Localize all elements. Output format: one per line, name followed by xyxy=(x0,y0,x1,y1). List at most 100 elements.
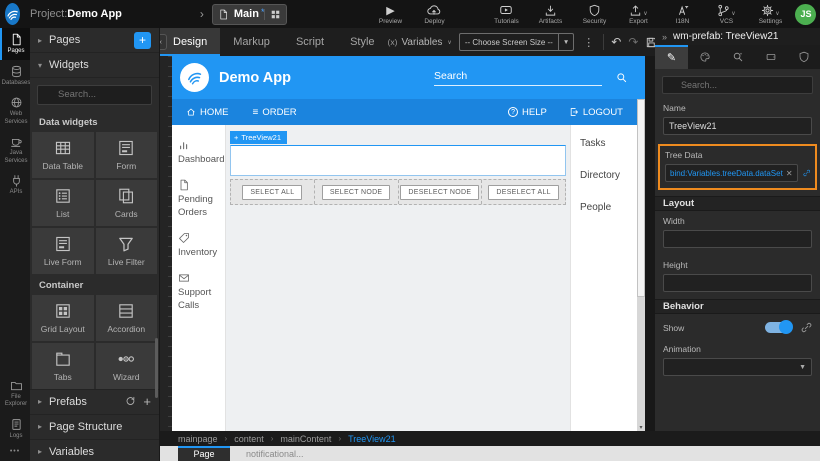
widget-tile-live-filter[interactable]: Live Filter xyxy=(96,228,158,274)
deselect-all-button[interactable]: DESELECT ALL xyxy=(488,185,558,200)
sidebar-section-page-structure[interactable]: ▸ Page Structure xyxy=(30,415,159,440)
menu-item-inventory[interactable]: Inventory xyxy=(172,226,225,266)
tree-data-highlight: Tree Data bind:Variables.treeData.dataSe… xyxy=(658,144,817,190)
rail-item-apis[interactable]: APIs xyxy=(0,169,30,201)
menu-item-pending-orders[interactable]: Pending Orders xyxy=(172,173,225,226)
rail-item-web-services[interactable]: Web Services xyxy=(0,91,30,130)
rail-item-logs[interactable]: Logs xyxy=(0,413,30,445)
animation-select[interactable]: ▼ xyxy=(663,358,812,376)
tab-properties[interactable]: ✎ xyxy=(655,45,688,69)
widget-tile-list[interactable]: List xyxy=(32,180,94,226)
bind-link-icon[interactable] xyxy=(803,167,810,179)
export-button[interactable]: ∨ Export xyxy=(623,4,653,25)
menu-item-directory[interactable]: Directory xyxy=(580,170,637,181)
breadcrumb-item[interactable]: mainContent xyxy=(280,434,331,444)
wavemaker-logo-icon[interactable] xyxy=(5,3,20,25)
tree-data-input[interactable]: bind:Variables.treeData.dataSet ✕ xyxy=(665,164,798,182)
page-selector[interactable]: Main * xyxy=(212,4,288,25)
widget-tile-accordion[interactable]: Accordion xyxy=(96,295,158,341)
nav-help[interactable]: ? HELP xyxy=(508,107,547,118)
breadcrumb-item[interactable]: mainpage xyxy=(178,434,218,444)
screen-size-select[interactable]: -- Choose Screen Size -- ▼ xyxy=(459,33,574,51)
search-icon[interactable] xyxy=(616,72,627,83)
widget-selection-tag[interactable]: + TreeView21 xyxy=(230,131,287,144)
scroll-down-icon[interactable]: ▾ xyxy=(637,424,645,431)
tab-markup[interactable]: Markup xyxy=(220,28,283,56)
menu-item-support-calls[interactable]: Support Calls xyxy=(172,266,225,319)
app-search-input[interactable]: Search xyxy=(434,70,602,86)
name-input[interactable] xyxy=(663,117,812,135)
deploy-button[interactable]: Deploy xyxy=(419,3,449,25)
menu-item-people[interactable]: People xyxy=(580,202,637,213)
properties-search-input[interactable] xyxy=(662,76,813,94)
widget-tile-data-table[interactable]: Data Table xyxy=(32,132,94,178)
canvas-scrollbar[interactable]: ▾ xyxy=(637,99,645,431)
tab-device[interactable] xyxy=(754,45,787,69)
add-page-button[interactable]: + xyxy=(134,32,151,49)
artifacts-button[interactable]: Artifacts xyxy=(535,4,565,25)
redo-button[interactable]: ↷ xyxy=(628,35,638,49)
menu-item-tasks[interactable]: Tasks xyxy=(580,138,637,149)
preview-button[interactable]: ▶ Preview xyxy=(375,4,405,25)
deselect-node-button[interactable]: DESELECT NODE xyxy=(400,185,479,200)
i18n-button[interactable]: I18N xyxy=(667,4,697,25)
clear-binding-icon[interactable]: ✕ xyxy=(786,169,793,178)
refresh-icon[interactable] xyxy=(125,396,136,407)
tutorials-button[interactable]: Tutorials xyxy=(491,3,521,25)
tab-style[interactable]: Style xyxy=(337,28,387,56)
tab-styles[interactable] xyxy=(688,45,721,69)
widget-tile-cards[interactable]: Cards xyxy=(96,180,158,226)
bind-link-icon[interactable] xyxy=(801,322,812,333)
page-grid-icon[interactable] xyxy=(264,9,281,20)
treeview-widget[interactable]: + TreeView21 SELECT ALL SELECT NODE DESE… xyxy=(230,127,566,205)
select-all-button[interactable]: SELECT ALL xyxy=(242,185,302,200)
sidebar-section-variables[interactable]: ▸ Variables xyxy=(30,440,159,461)
section-layout[interactable]: Layout xyxy=(655,196,820,211)
properties-header: » wm-prefab: TreeView21 xyxy=(655,28,820,45)
height-input[interactable] xyxy=(663,274,812,292)
tab-design[interactable]: Design xyxy=(160,28,220,56)
scrollbar-thumb[interactable] xyxy=(637,99,645,297)
rail-item-file-explorer[interactable]: File Explorer xyxy=(0,374,30,413)
tab-events[interactable] xyxy=(721,45,754,69)
add-prefab-button[interactable]: + xyxy=(143,394,151,409)
rail-item-java-services[interactable]: Java Services xyxy=(0,130,30,169)
show-toggle[interactable] xyxy=(765,322,792,333)
treeview-drop-area[interactable] xyxy=(230,145,566,176)
user-avatar[interactable]: JS xyxy=(795,4,816,25)
nav-order[interactable]: ≡ ORDER xyxy=(253,107,297,118)
rail-item-databases[interactable]: Databases xyxy=(0,60,30,92)
widget-tile-grid-layout[interactable]: Grid Layout xyxy=(32,295,94,341)
menu-item-dashboard[interactable]: Dashboard xyxy=(172,133,225,173)
nav-logout[interactable]: LOGOUT xyxy=(569,107,623,118)
variables-menu[interactable]: (x) Variables ∨ xyxy=(388,37,452,48)
select-node-button[interactable]: SELECT NODE xyxy=(322,185,391,200)
sidebar-section-prefabs[interactable]: ▸ Prefabs + xyxy=(30,390,159,415)
sidebar-section-widgets[interactable]: ▾ Widgets xyxy=(30,53,159,78)
tab-security[interactable] xyxy=(787,45,820,69)
nav-home[interactable]: HOME xyxy=(186,107,229,118)
vcs-button[interactable]: ∨ VCS xyxy=(711,4,741,25)
status-tab-page[interactable]: Page xyxy=(178,446,230,461)
tab-script[interactable]: Script xyxy=(283,28,337,56)
widget-tile-form[interactable]: Form xyxy=(96,132,158,178)
database-icon xyxy=(10,65,23,78)
security-button[interactable]: Security xyxy=(579,4,609,25)
undo-button[interactable]: ↶ xyxy=(611,35,621,49)
breadcrumb-current[interactable]: TreeView21 xyxy=(348,434,396,444)
widget-tile-wizard[interactable]: Wizard xyxy=(96,343,158,389)
width-input[interactable] xyxy=(663,230,812,248)
settings-button[interactable]: ∨ Settings xyxy=(755,4,785,25)
sidebar-scrollbar[interactable] xyxy=(155,338,158,398)
sidebar-section-pages[interactable]: ▸ Pages + xyxy=(30,28,159,53)
widget-tile-live-form[interactable]: Live Form xyxy=(32,228,94,274)
rail-overflow-icon[interactable]: ••• xyxy=(0,444,30,461)
expand-panel-icon[interactable]: » xyxy=(662,32,667,42)
rail-item-pages[interactable]: Pages xyxy=(0,28,30,60)
breadcrumb-item[interactable]: content xyxy=(234,434,264,444)
section-behavior[interactable]: Behavior xyxy=(655,299,820,314)
widget-tile-tabs[interactable]: Tabs xyxy=(32,343,94,389)
widget-search-input[interactable] xyxy=(37,85,152,105)
select-caret-icon: ▼ xyxy=(799,364,806,371)
kebab-menu-icon[interactable]: ⋮ xyxy=(581,36,596,49)
